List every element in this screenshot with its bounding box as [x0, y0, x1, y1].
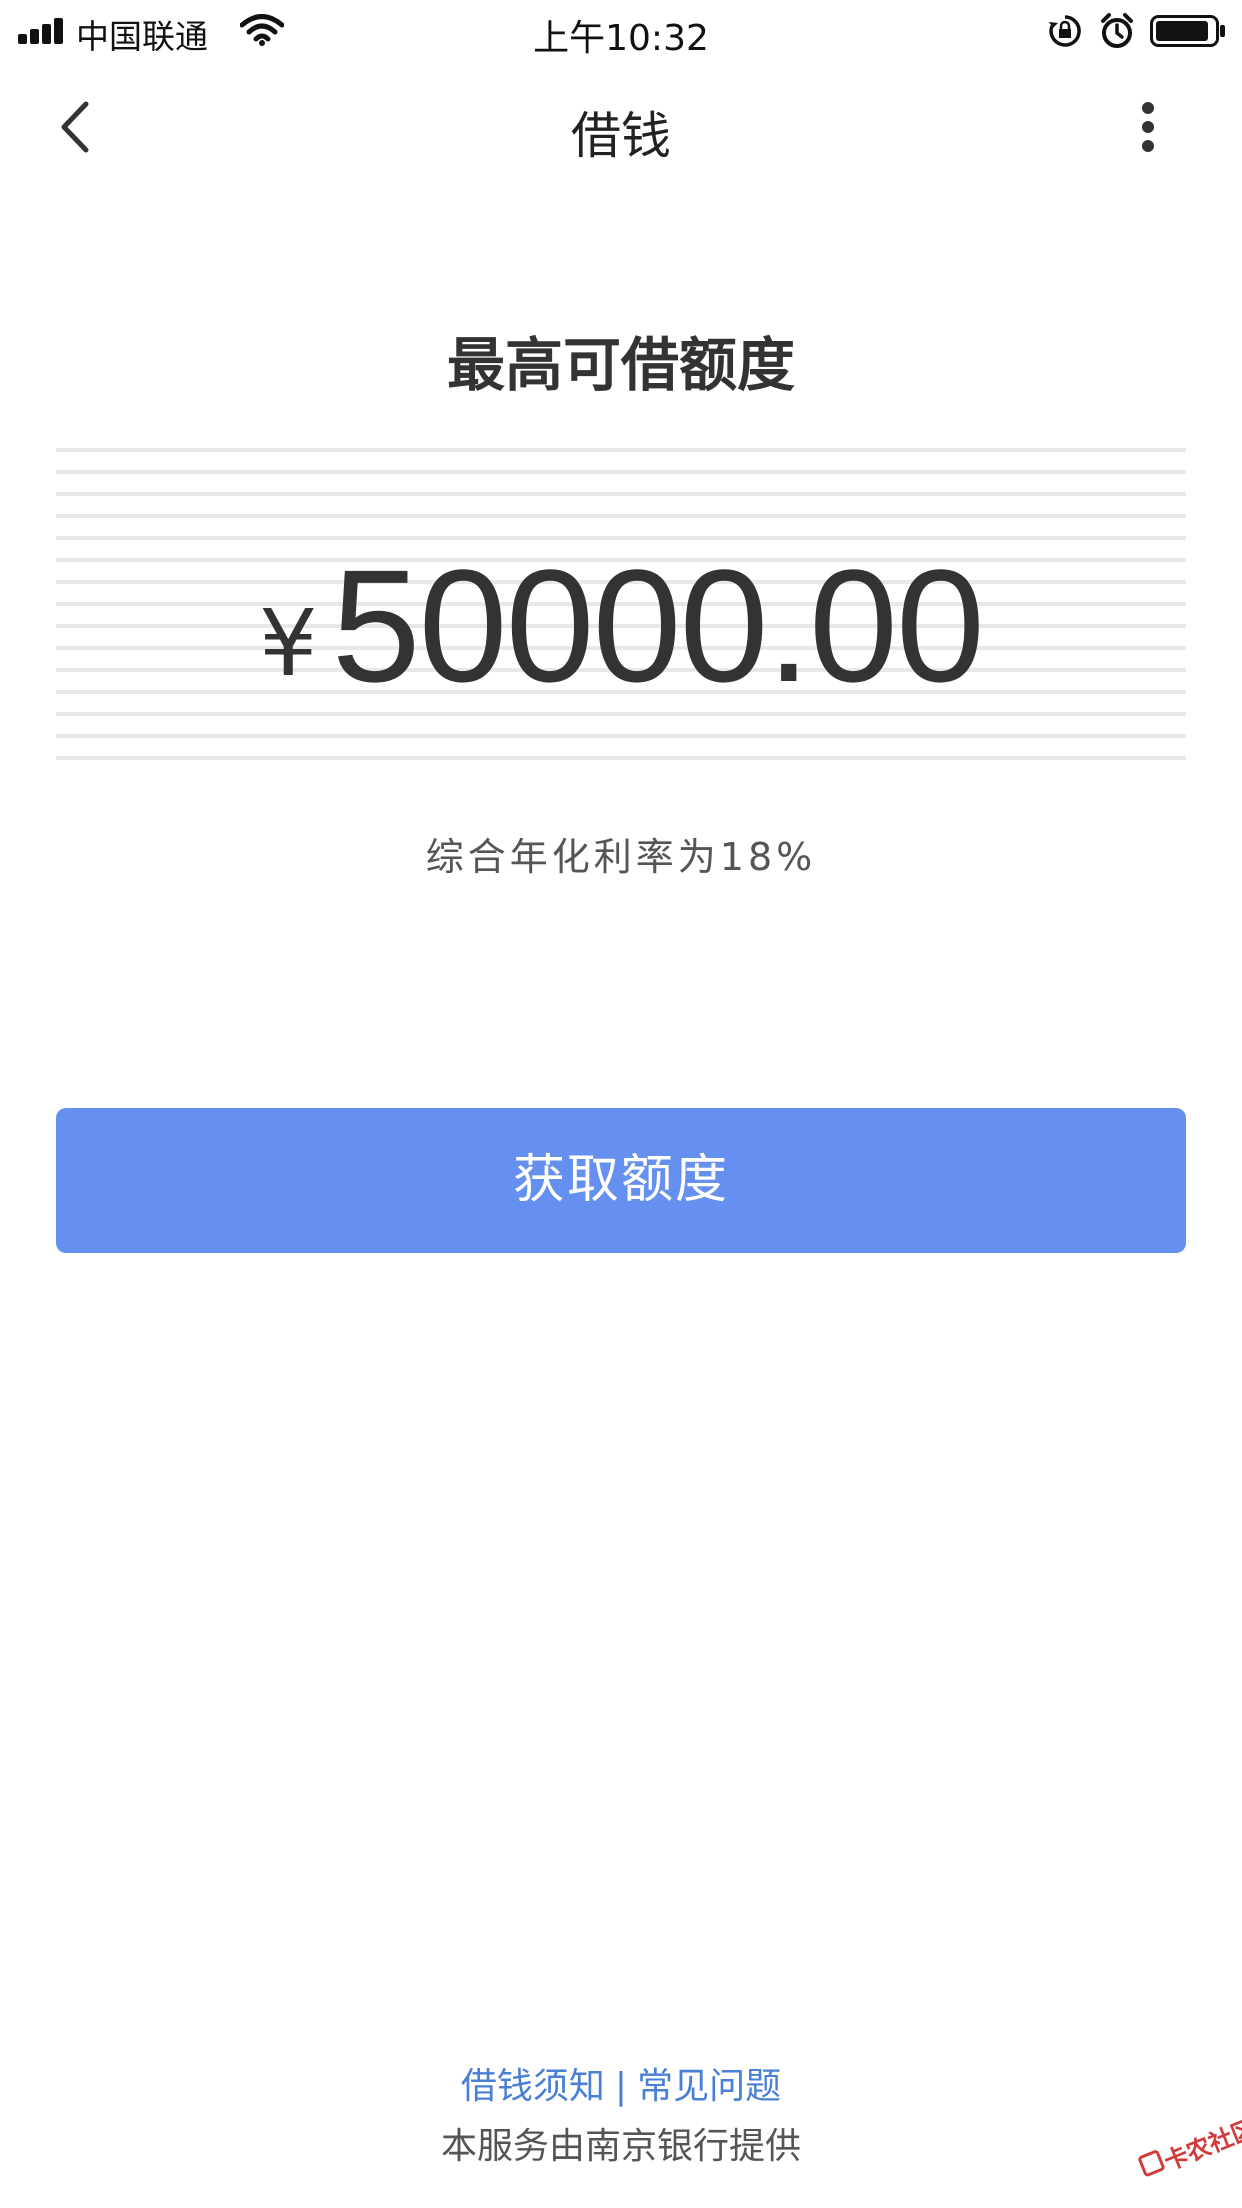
more-options-button[interactable]: [1128, 92, 1168, 162]
nav-bar: 借钱: [0, 62, 1242, 192]
loan-notice-link[interactable]: 借钱须知: [461, 2066, 605, 2107]
interest-rate-text: 综合年化利率为18%: [425, 835, 817, 879]
amount-value: 50000.00: [331, 536, 985, 715]
currency-symbol: ¥: [259, 590, 318, 697]
more-vertical-icon: [1142, 102, 1154, 114]
get-limit-button[interactable]: 获取额度: [56, 1108, 1186, 1253]
page-title: 借钱: [571, 107, 671, 165]
status-bar: 中国联通 上午10:32: [0, 0, 1242, 62]
limit-title: 最高可借额度: [446, 331, 795, 399]
loan-amount: ¥50000.00: [56, 534, 1186, 718]
service-provider-text: 本服务由南京银行提供: [440, 2126, 801, 2167]
amount-panel: ¥50000.00: [56, 448, 1186, 778]
faq-link[interactable]: 常见问题: [637, 2066, 781, 2107]
alarm-icon: [1101, 13, 1133, 48]
link-separator: |: [614, 2066, 628, 2107]
footer-links: 借钱须知 | 常见问题: [0, 2057, 1242, 2109]
battery-icon: [1150, 15, 1225, 47]
orientation-lock-icon: [1049, 15, 1081, 47]
